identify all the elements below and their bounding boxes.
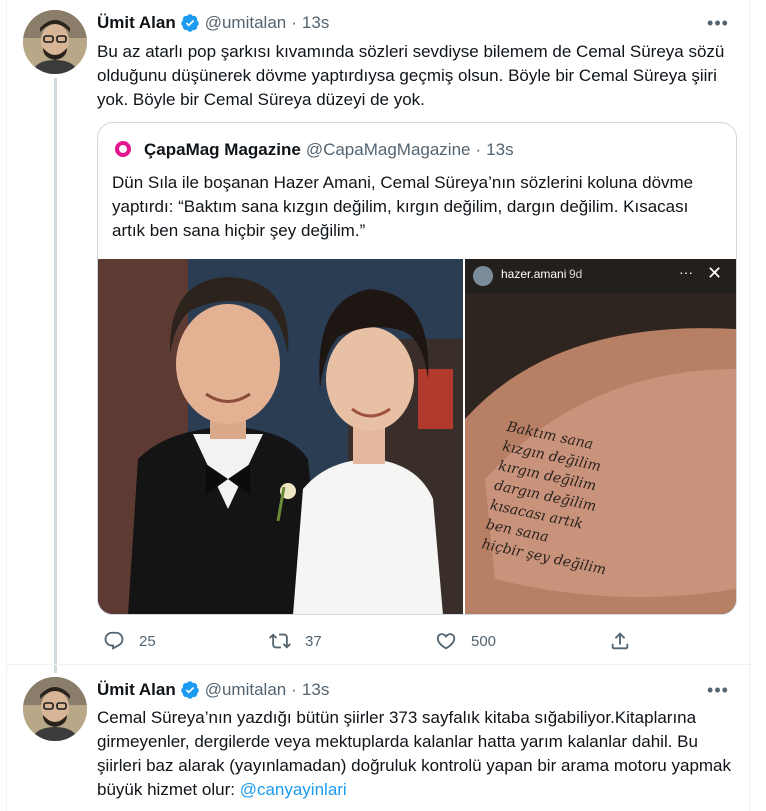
tweet-actions: 25 37 500 (97, 624, 657, 658)
tweet-body: Cemal Süreya’nın yazdığı bütün şiirler 3… (97, 708, 732, 799)
separator-dot: · (291, 680, 297, 699)
capamag-logo-icon (112, 138, 136, 162)
quote-time[interactable]: 13s (486, 140, 513, 160)
author-handle[interactable]: @umitalan (205, 13, 287, 33)
avatar-umit-alan[interactable] (23, 10, 87, 74)
wedding-photo-illustration (98, 259, 463, 614)
mention-link[interactable]: @canyayinlari (240, 780, 347, 799)
more-icon[interactable]: ••• (705, 10, 731, 36)
quote-text: Dün Sıla ile boşanan Hazer Amani, Cemal … (112, 173, 694, 240)
like-count: 500 (471, 632, 497, 650)
story-more-icon[interactable]: ··· (679, 264, 693, 280)
thread-line (54, 78, 57, 664)
tweet-text: Bu az atarlı pop şarkısı kıvamında sözle… (97, 42, 725, 109)
thread-line (54, 665, 57, 673)
separator-dot: · (291, 13, 297, 32)
tweet-time[interactable]: 13s (302, 13, 329, 33)
tweet-header: Ümit Alan @umitalan · 13s (97, 10, 329, 36)
tweet-text: Cemal Süreya’nın yazdığı bütün şiirler 3… (97, 706, 737, 802)
story-age: 9d (569, 267, 583, 281)
verified-badge-icon (180, 14, 199, 32)
avatar-photo (23, 677, 87, 741)
quoted-tweet[interactable]: ÇapaMag Magazine @CapaMagMagazine · 13s … (97, 122, 737, 615)
share-icon (611, 632, 629, 650)
avatar-umit-alan[interactable] (23, 677, 87, 741)
quote-header: ÇapaMag Magazine @CapaMagMagazine · 13s (112, 137, 514, 163)
close-icon[interactable]: ✕ (707, 263, 722, 284)
quote-author-handle[interactable]: @CapaMagMagazine (306, 140, 471, 160)
retweet-icon (269, 633, 291, 649)
tweet-2[interactable]: Ümit Alan @umitalan · 13s ••• Cemal Süre… (7, 665, 751, 811)
author-handle[interactable]: @umitalan (205, 680, 287, 700)
like-icon (436, 633, 456, 650)
tweet-1[interactable]: Ümit Alan @umitalan · 13s ••• Bu az atar… (7, 0, 751, 664)
reply-button[interactable]: 25 (103, 624, 156, 658)
wedding-photo[interactable] (98, 259, 463, 614)
story-username[interactable]: hazer.amani (501, 267, 566, 281)
author-name[interactable]: Ümit Alan (97, 680, 176, 700)
retweet-button[interactable]: 37 (269, 624, 322, 658)
reply-count: 25 (139, 632, 156, 650)
like-button[interactable]: 500 (435, 624, 496, 658)
share-button[interactable] (609, 624, 631, 658)
separator-dot: · (475, 140, 482, 159)
author-name[interactable]: Ümit Alan (97, 13, 176, 33)
quote-author-name[interactable]: ÇapaMag Magazine (144, 140, 301, 160)
retweet-count: 37 (305, 632, 322, 650)
verified-badge-icon (180, 681, 199, 699)
tweet-header: Ümit Alan @umitalan · 13s (97, 677, 329, 703)
reply-icon (104, 631, 124, 650)
more-icon[interactable]: ••• (705, 677, 731, 703)
tattoo-story-photo[interactable]: hazer.amani 9d ··· ✕ Baktım sana kızgın … (465, 259, 736, 614)
avatar-photo (23, 10, 87, 74)
quote-media[interactable]: hazer.amani 9d ··· ✕ Baktım sana kızgın … (98, 259, 736, 614)
timeline: Ümit Alan @umitalan · 13s ••• Bu az atar… (6, 0, 751, 811)
tweet-time[interactable]: 13s (302, 680, 329, 700)
